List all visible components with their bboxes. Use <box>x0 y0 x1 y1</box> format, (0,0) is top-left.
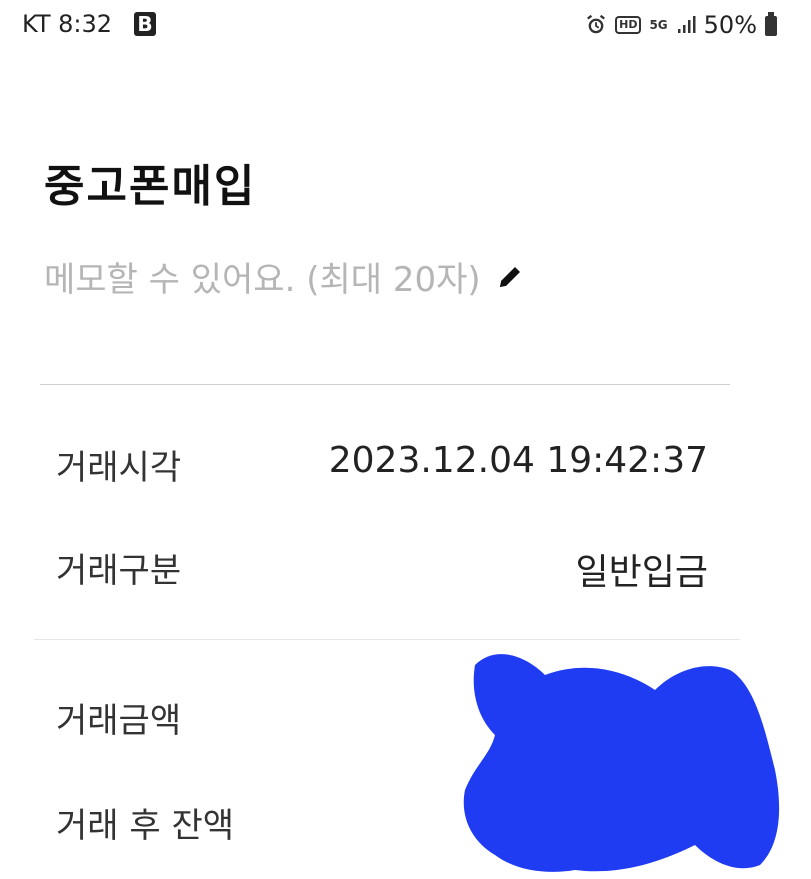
detail-label: 거래금액 <box>56 701 182 741</box>
detail-value: 일반입금 <box>575 552 708 593</box>
hd-voice-icon: HD <box>615 16 642 34</box>
memo-placeholder[interactable]: 메모할 수 있어요. (최대 20자) <box>44 252 481 301</box>
status-icons: HD 5G 50% <box>585 10 757 40</box>
alarm-icon <box>587 14 606 34</box>
signal-icon <box>677 16 696 33</box>
detail-row-time: 거래시각 2023.12.04 19:42:37 <box>56 440 708 490</box>
battery-percent: 50% <box>703 11 757 39</box>
battery-icon <box>765 12 777 36</box>
detail-row-type: 거래구분 일반입금 <box>56 543 708 593</box>
b-app-icon: B <box>134 12 156 36</box>
divider <box>40 384 730 385</box>
detail-label: 거래구분 <box>56 551 182 591</box>
page-title: 중고폰매입 <box>44 161 257 212</box>
5g-icon: 5G <box>649 18 668 32</box>
status-bar: KT 8:32 B HD 5G 50% <box>0 0 811 50</box>
detail-value: 2023.12.04 19:42:37 <box>328 440 708 481</box>
carrier-time: KT 8:32 <box>22 10 113 38</box>
redaction-scribble <box>463 654 780 872</box>
detail-label: 거래시각 <box>56 448 182 488</box>
pencil-icon[interactable] <box>495 262 525 292</box>
detail-label: 거래 후 잔액 <box>56 806 235 846</box>
memo-row[interactable]: 메모할 수 있어요. (최대 20자) <box>44 252 525 301</box>
